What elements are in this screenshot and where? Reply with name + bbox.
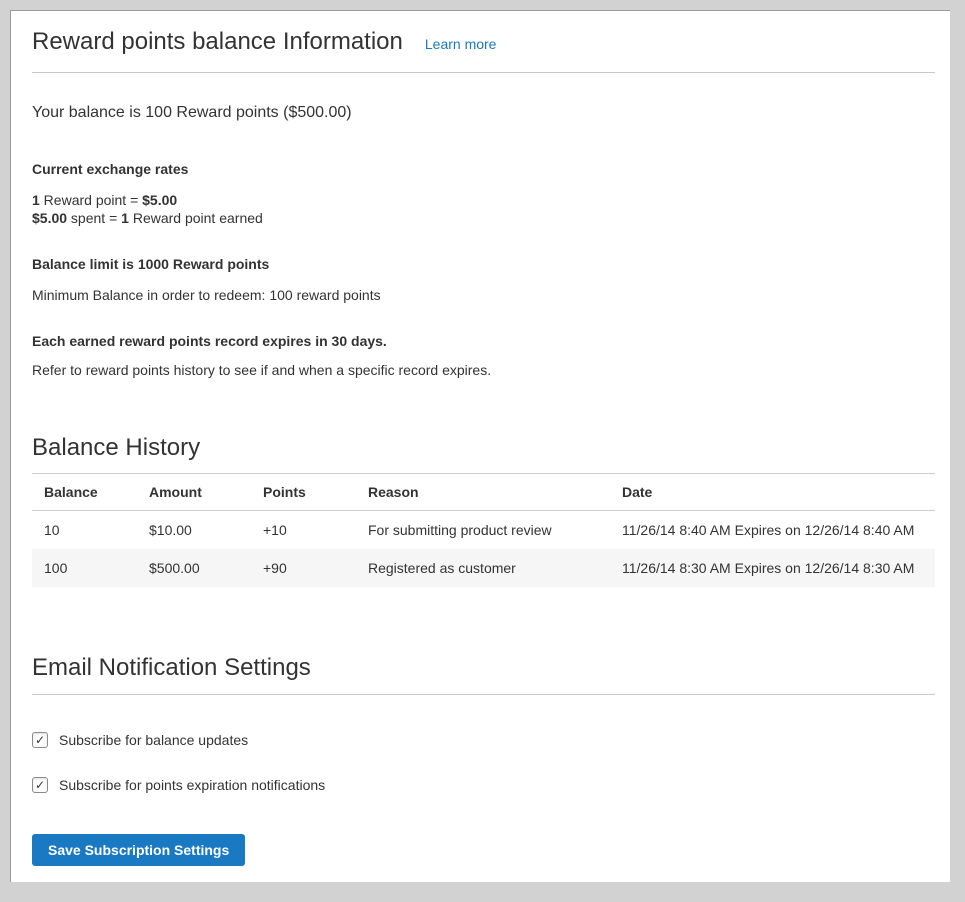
email-section-divider <box>32 694 935 695</box>
table-header-row: Balance Amount Points Reason Date <box>32 474 935 511</box>
subscribe-expiration-option: Subscribe for points expiration notifica… <box>32 777 935 793</box>
column-header-date: Date <box>610 474 935 511</box>
cell-date: 11/26/14 8:30 AM Expires on 12/26/14 8:3… <box>610 549 935 587</box>
cell-amount: $10.00 <box>137 511 251 550</box>
cell-balance: 100 <box>32 549 137 587</box>
cell-balance: 10 <box>32 511 137 550</box>
page-header: Reward points balance Information Learn … <box>32 25 935 59</box>
rate-line-2: $5.00 spent = 1 Reward point earned <box>32 210 263 226</box>
page-title: Reward points balance Information <box>32 25 403 59</box>
cell-points: +10 <box>251 511 356 550</box>
expiry-note: Refer to reward points history to see if… <box>32 361 935 379</box>
subscribe-balance-checkbox[interactable] <box>32 732 48 748</box>
cell-date: 11/26/14 8:40 AM Expires on 12/26/14 8:4… <box>610 511 935 550</box>
column-header-amount: Amount <box>137 474 251 511</box>
expiry-notice: Each earned reward points record expires… <box>32 332 935 350</box>
exchange-rates: 1 Reward point = $5.00 $5.00 spent = 1 R… <box>32 191 935 227</box>
subscribe-expiration-label[interactable]: Subscribe for points expiration notifica… <box>59 777 325 793</box>
reward-points-panel: Reward points balance Information Learn … <box>10 10 950 882</box>
table-row: 10 $10.00 +10 For submitting product rev… <box>32 511 935 550</box>
header-divider <box>32 72 935 73</box>
balance-history-table: Balance Amount Points Reason Date 10 $10… <box>32 473 935 587</box>
balance-history-title: Balance History <box>32 431 935 465</box>
save-subscription-button[interactable]: Save Subscription Settings <box>32 834 245 866</box>
cell-points: +90 <box>251 549 356 587</box>
column-header-points: Points <box>251 474 356 511</box>
cell-reason: For submitting product review <box>356 511 610 550</box>
balance-summary: Your balance is 100 Reward points ($500.… <box>32 102 935 124</box>
rate-line-1: 1 Reward point = $5.00 <box>32 192 177 208</box>
cell-amount: $500.00 <box>137 549 251 587</box>
email-notification-title: Email Notification Settings <box>32 651 935 685</box>
subscribe-balance-label[interactable]: Subscribe for balance updates <box>59 732 248 748</box>
subscribe-balance-option: Subscribe for balance updates <box>32 732 935 748</box>
column-header-balance: Balance <box>32 474 137 511</box>
column-header-reason: Reason <box>356 474 610 511</box>
subscribe-expiration-checkbox[interactable] <box>32 777 48 793</box>
learn-more-link[interactable]: Learn more <box>425 36 497 52</box>
exchange-rates-heading: Current exchange rates <box>32 160 935 178</box>
cell-reason: Registered as customer <box>356 549 610 587</box>
minimum-redeem: Minimum Balance in order to redeem: 100 … <box>32 286 935 304</box>
table-row: 100 $500.00 +90 Registered as customer 1… <box>32 549 935 587</box>
balance-limit: Balance limit is 1000 Reward points <box>32 255 935 273</box>
